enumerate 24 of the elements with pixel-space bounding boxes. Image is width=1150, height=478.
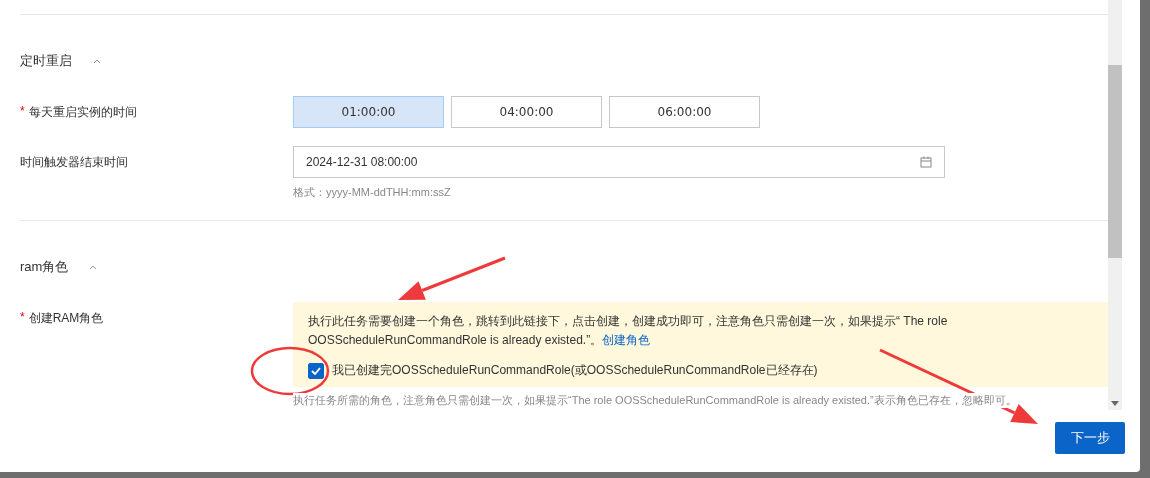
checkmark-icon	[311, 366, 321, 375]
required-asterisk: *	[20, 310, 25, 324]
section-title: 定时重启	[20, 52, 72, 70]
create-role-link[interactable]: 创建角色	[602, 333, 651, 347]
next-button[interactable]: 下一步	[1055, 422, 1125, 454]
collapse-caret-icon[interactable]	[92, 57, 102, 65]
calendar-icon[interactable]	[920, 156, 932, 168]
time-option[interactable]: 01:00:00	[293, 96, 444, 128]
field-label: 每天重启实例的时间	[28, 104, 137, 121]
collapse-caret-icon[interactable]	[88, 263, 99, 271]
time-option[interactable]: 06:00:00	[609, 96, 760, 128]
field-label: 时间触发器结束时间	[20, 154, 128, 171]
scroll-down-icon[interactable]	[1111, 400, 1119, 406]
notice-text: 执行此任务需要创建一个角色，跳转到此链接下，点击创建，创建成功即可，注意角色只需创建一次，如果提示“ The role OOSScheduleRunCommandRole is already existed.”。创建角色	[308, 313, 949, 349]
checkbox-label: 我已创建完OOSScheduleRunCommandRole(或OOSScheduleRunCommandRole已经存在)	[332, 362, 818, 379]
checkbox[interactable]	[308, 362, 324, 379]
required-asterisk: *	[20, 104, 25, 118]
date-field[interactable]: 2024-12-31 08:00:00	[293, 146, 945, 178]
format-hint: 格式：yyyy-MM-ddTHH:mm:ssZ	[293, 185, 452, 200]
help-text: 执行任务所需的角色，注意角色只需创建一次，如果提示“The role OOSScheduleRunCommandRole is already existed.”表示角色已存在，忽略即可。	[293, 393, 1017, 408]
section-title: ram角色	[20, 258, 69, 276]
time-option[interactable]: 04:00:00	[451, 96, 602, 128]
scrollbar[interactable]	[1108, 0, 1122, 410]
field-label: 创建RAM角色	[28, 310, 104, 327]
